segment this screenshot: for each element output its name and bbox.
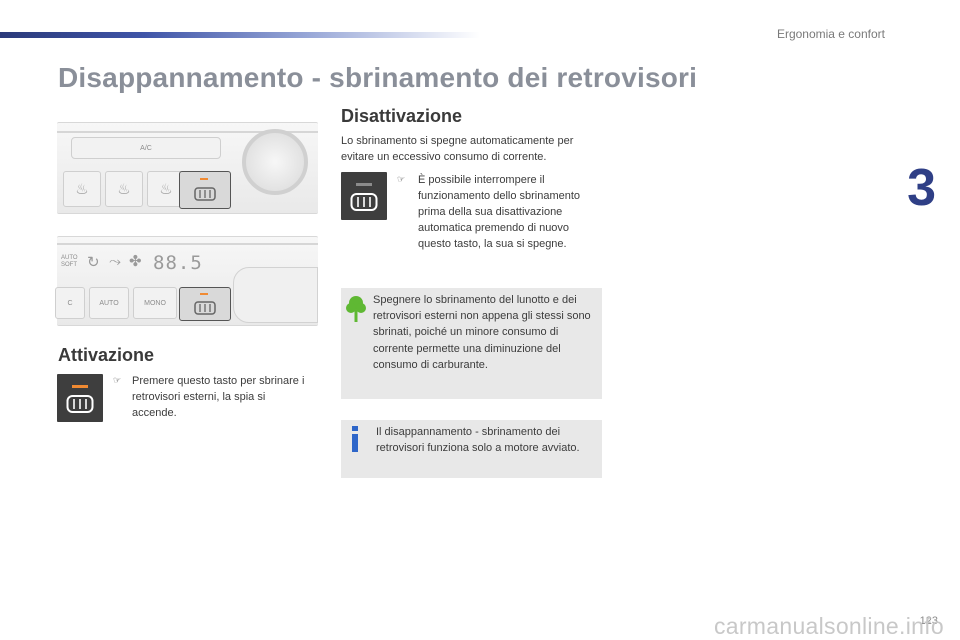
section-label: Ergonomia e confort: [776, 27, 885, 41]
fan-icon: ✤: [129, 253, 142, 270]
watermark: carmanualsonline.info: [713, 613, 944, 639]
tree-icon: [346, 296, 366, 322]
temperature-knob-illustration: [242, 129, 308, 195]
seat-heat-button-illustration: ♨: [105, 171, 143, 207]
led-indicator: [200, 178, 208, 180]
seat-heat-left-button-illustration: ♨: [63, 171, 101, 207]
recirculation-icon: ↻: [87, 254, 100, 271]
defrost-icon: [350, 193, 378, 211]
seat-heat-icon: ♨: [159, 181, 173, 198]
climate-panel-bottom-illustration: AUTO SOFT ↻ ⤳ ✤ 88.5 C AUTO MONO: [55, 236, 318, 326]
mono-label: MONO: [144, 299, 166, 307]
attivazione-heading: Attivazione: [58, 345, 155, 365]
led-indicator: [200, 293, 208, 295]
defrost-button-off-illustration: [341, 172, 387, 220]
header-gradient-bar: [0, 32, 480, 38]
info-icon: [352, 426, 358, 452]
led-indicator-on: [72, 385, 88, 388]
defrost-icon: [194, 301, 216, 315]
auto-button-illustration: AUTO: [89, 287, 129, 319]
panel-right-frame: [233, 267, 318, 323]
page-title: Disappannamento - sbrinamento dei retrov…: [58, 62, 698, 93]
ac-label: A/C: [140, 144, 152, 152]
partial-button-label: C: [67, 299, 73, 307]
defrost-icon: [194, 187, 216, 201]
defrost-button-on-illustration: [57, 374, 103, 422]
chapter-number: 3: [907, 159, 936, 217]
disattivazione-intro: Lo sbrinamento si spegne automaticamente…: [341, 135, 574, 163]
airflow-icon: ⤳: [109, 253, 122, 270]
disattivazione-heading: Disattivazione: [341, 106, 463, 126]
auto-soft-label: AUTO SOFT: [61, 255, 78, 268]
mirror-defrost-button-illustration-active: [179, 287, 231, 321]
disattivazione-text: È possibile interrompere il funzionament…: [418, 174, 581, 250]
climate-panel-top-illustration: A/C ♨ ♨ ♨: [57, 122, 318, 214]
mono-button-illustration: MONO: [133, 287, 177, 319]
eco-note-box: Spegnere lo sbrinamento del lunotto e de…: [341, 288, 602, 399]
attivazione-text: Premere questo tasto per sbrinare i retr…: [132, 375, 305, 419]
panel-trim-strip: [57, 243, 318, 245]
seat-heat-icon: ♨: [75, 181, 89, 198]
led-indicator-off: [356, 183, 372, 186]
eco-note-text: Spegnere lo sbrinamento del lunotto e de…: [373, 294, 591, 371]
mirror-defrost-button-illustration-active: [179, 171, 231, 209]
defrost-icon: [66, 395, 94, 413]
seat-heat-icon: ♨: [117, 181, 131, 198]
auto-label: AUTO: [99, 299, 119, 307]
info-note-box: Il disappannamento - sbrinamento dei ret…: [341, 420, 602, 478]
temperature-display: 88.5: [153, 252, 203, 274]
ac-button-illustration: A/C: [71, 137, 221, 159]
bullet-icon: ☞: [397, 174, 406, 184]
bullet-icon: ☞: [113, 375, 122, 385]
info-note-text: Il disappannamento - sbrinamento dei ret…: [376, 426, 580, 455]
partial-button-illustration: C: [55, 287, 85, 319]
